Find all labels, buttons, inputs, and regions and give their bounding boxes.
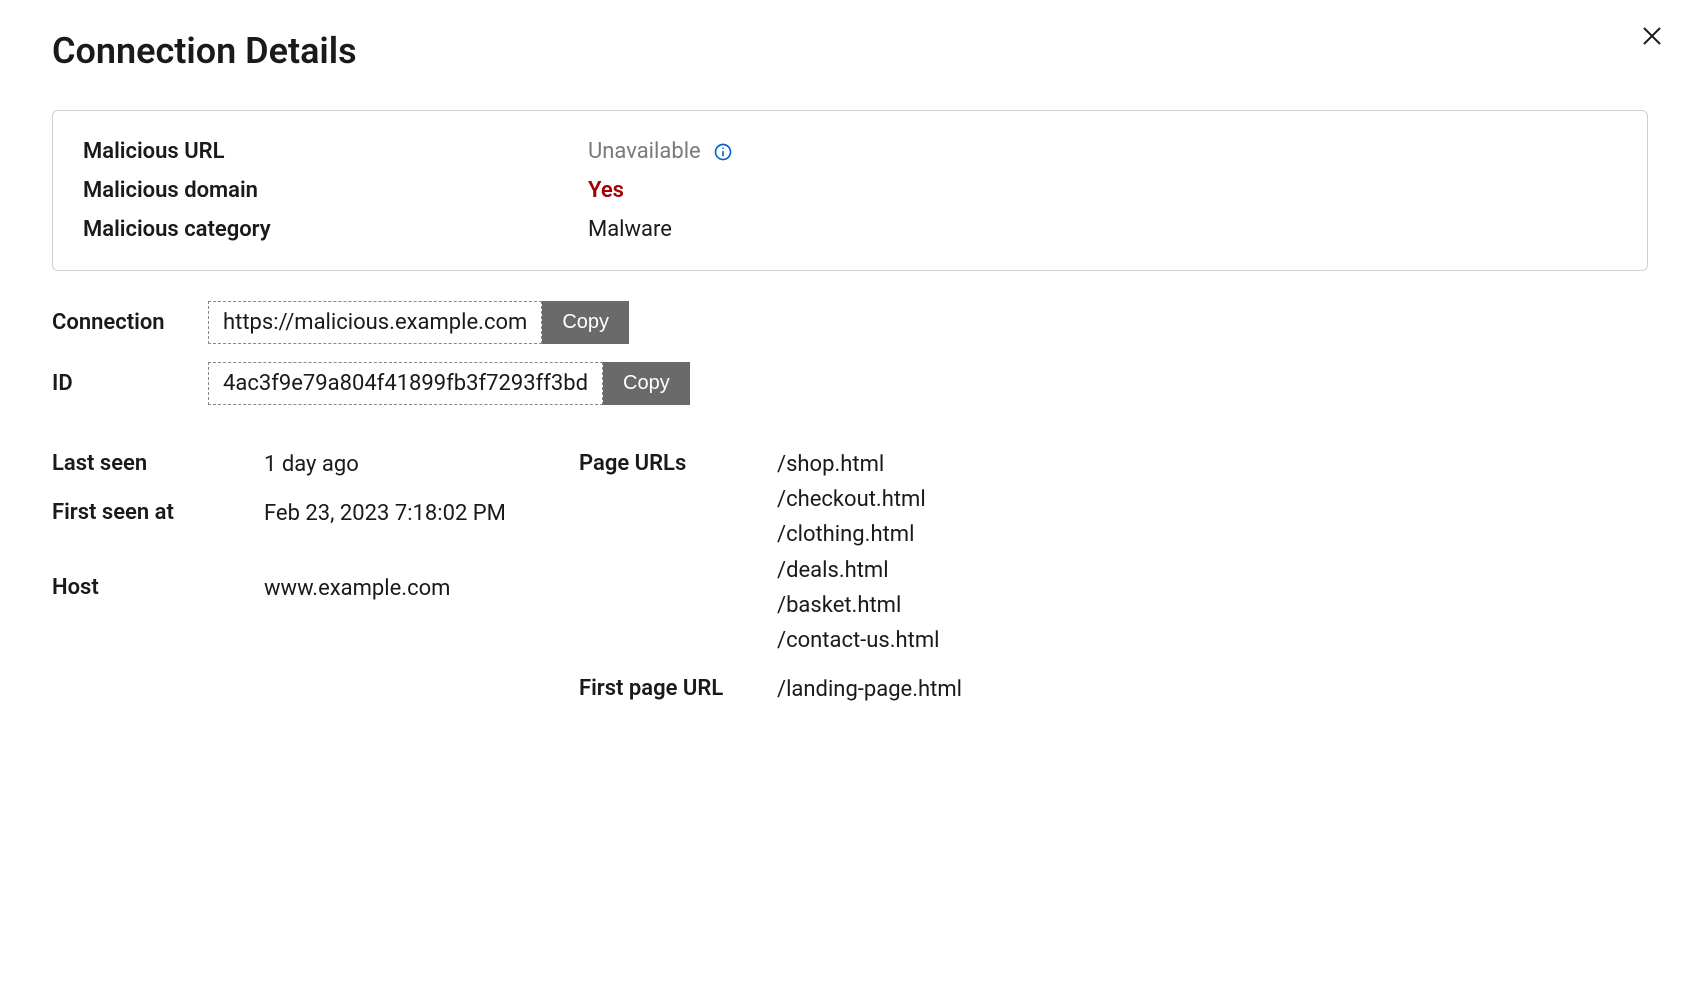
malicious-domain-value: Yes — [588, 178, 624, 203]
malicious-url-row: Malicious URL Unavailable — [83, 139, 1617, 164]
host-row: Host www.example.com — [52, 571, 579, 606]
info-icon[interactable] — [713, 142, 733, 162]
host-value: www.example.com — [264, 571, 450, 606]
first-seen-row: First seen at Feb 23, 2023 7:18:02 PM — [52, 496, 579, 531]
page-url-item: /contact-us.html — [777, 623, 940, 658]
first-seen-label: First seen at — [52, 496, 264, 531]
page-url-item: /checkout.html — [777, 482, 940, 517]
first-page-url-label: First page URL — [579, 672, 777, 707]
malicious-category-value: Malware — [588, 217, 672, 242]
connection-row: Connection https://malicious.example.com… — [52, 301, 1648, 344]
malicious-category-row: Malicious category Malware — [83, 217, 1617, 242]
page-url-item: /shop.html — [777, 447, 940, 482]
page-urls-list: /shop.html /checkout.html /clothing.html… — [777, 447, 940, 658]
malicious-url-label: Malicious URL — [83, 139, 588, 164]
copy-id-button[interactable]: Copy — [603, 362, 690, 405]
last-seen-label: Last seen — [52, 447, 264, 482]
first-page-url-row: First page URL /landing-page.html — [579, 672, 962, 707]
page-url-item: /deals.html — [777, 553, 940, 588]
last-seen-row: Last seen 1 day ago — [52, 447, 579, 482]
id-value[interactable]: 4ac3f9e79a804f41899fb3f7293ff3bd — [208, 362, 603, 405]
page-urls-label: Page URLs — [579, 447, 777, 658]
id-row: ID 4ac3f9e79a804f41899fb3f7293ff3bd Copy — [52, 362, 1648, 405]
page-urls-row: Page URLs /shop.html /checkout.html /clo… — [579, 447, 962, 658]
close-button[interactable] — [1636, 20, 1668, 55]
connection-label: Connection — [52, 310, 208, 335]
last-seen-value: 1 day ago — [264, 447, 359, 482]
first-page-url-value: /landing-page.html — [777, 672, 962, 707]
id-label: ID — [52, 371, 208, 396]
first-seen-value: Feb 23, 2023 7:18:02 PM — [264, 496, 506, 531]
host-label: Host — [52, 571, 264, 606]
malicious-url-value: Unavailable — [588, 139, 701, 164]
page-url-item: /clothing.html — [777, 517, 940, 552]
page-url-item: /basket.html — [777, 588, 940, 623]
copy-connection-button[interactable]: Copy — [542, 301, 629, 344]
malicious-domain-label: Malicious domain — [83, 178, 588, 203]
malicious-domain-row: Malicious domain Yes — [83, 178, 1617, 203]
page-title: Connection Details — [52, 30, 357, 72]
connection-value[interactable]: https://malicious.example.com — [208, 301, 542, 344]
malicious-panel: Malicious URL Unavailable Malicious doma… — [52, 110, 1648, 271]
malicious-category-label: Malicious category — [83, 217, 588, 242]
close-icon — [1640, 36, 1664, 51]
